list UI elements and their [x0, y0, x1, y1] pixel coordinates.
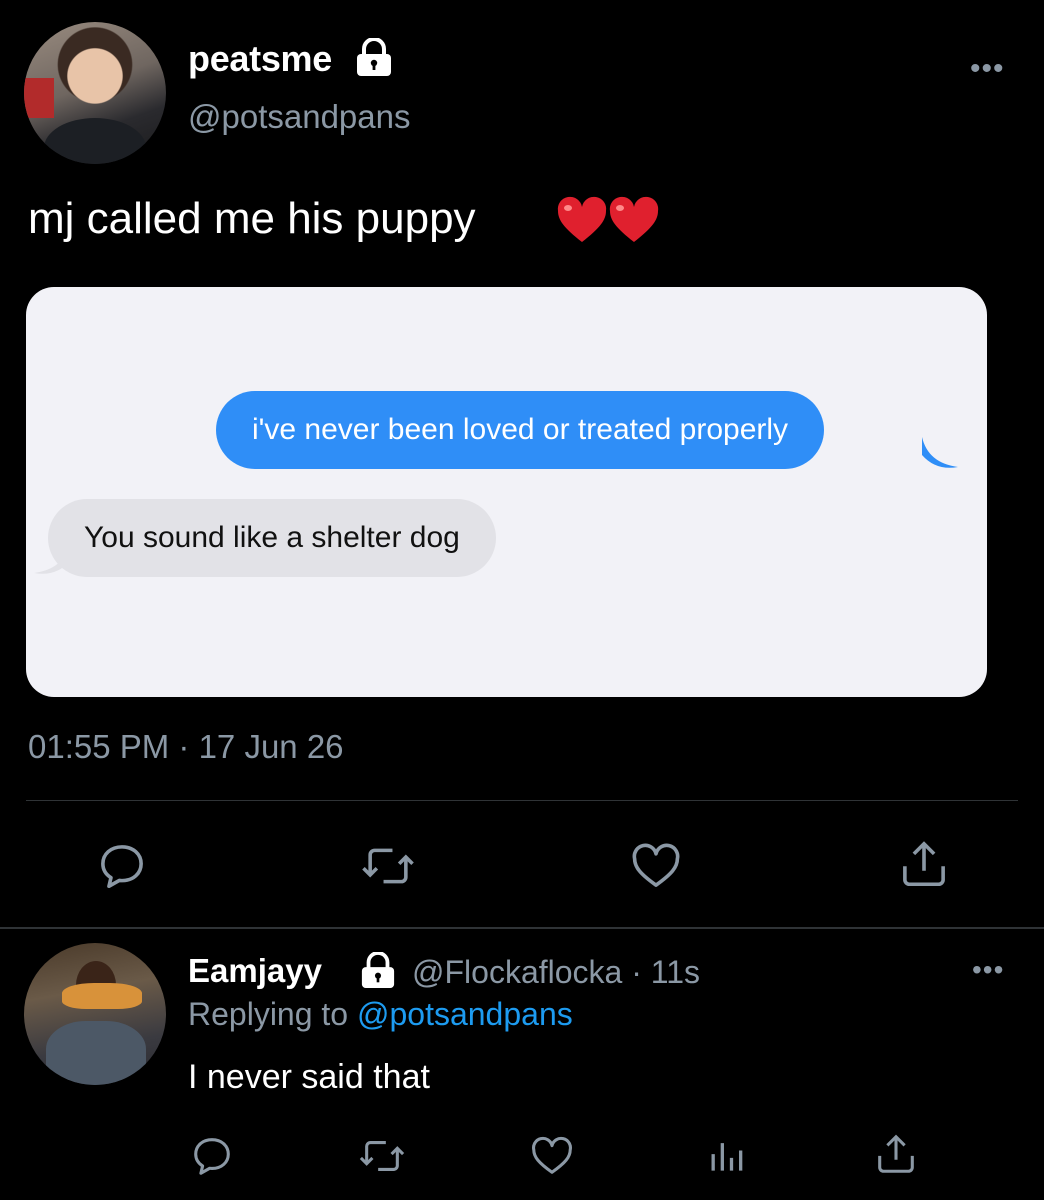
replying-to: Replying to @potsandpans: [188, 996, 573, 1033]
reply-display-name[interactable]: Eamjayy: [188, 952, 322, 990]
avatar-background: [24, 78, 54, 118]
received-message-bubble: You sound like a shelter dog: [48, 499, 496, 577]
reply-button[interactable]: [182, 1126, 242, 1186]
reply-icon: [101, 845, 143, 889]
like-icon: [632, 843, 680, 887]
avatar-shirt: [44, 118, 146, 164]
like-icon: [532, 1136, 572, 1174]
bubble-tail-icon: [34, 543, 70, 574]
avatar[interactable]: [24, 22, 166, 164]
tweet-text: mj called me his puppy: [28, 194, 476, 243]
share-button[interactable]: [894, 834, 954, 894]
share-button[interactable]: [866, 1124, 926, 1184]
sent-message-bubble: i've never been loved or treated properl…: [216, 391, 825, 469]
retweet-icon: [362, 848, 414, 884]
thread-separator: [0, 927, 1044, 929]
media-image[interactable]: i've never been loved or treated properl…: [26, 287, 987, 697]
reply-handle-time[interactable]: @Flockaflocka · 11s: [412, 954, 700, 991]
like-button[interactable]: [522, 1126, 582, 1186]
tweet-timestamp[interactable]: 01:55 PM · 17 Jun 26: [28, 728, 344, 766]
reply-avatar[interactable]: [24, 943, 166, 1085]
reply-button[interactable]: [92, 836, 152, 896]
handle[interactable]: @potsandpans: [188, 98, 411, 136]
more-options-icon[interactable]: •••: [972, 954, 1004, 986]
heart-emoji-icon: [557, 196, 659, 242]
analytics-icon: [711, 1143, 743, 1171]
more-options-icon[interactable]: •••: [970, 52, 1005, 86]
mention-link[interactable]: @potsandpans: [357, 996, 573, 1032]
retweet-icon: [359, 1141, 405, 1171]
reply-icon: [194, 1138, 230, 1175]
avatar-suit: [46, 1021, 146, 1085]
avatar-food: [62, 983, 142, 1009]
retweet-button[interactable]: [358, 836, 418, 896]
display-name[interactable]: peatsme: [188, 38, 332, 80]
reply-text: I never said that: [188, 1058, 430, 1096]
lock-icon: [361, 952, 395, 988]
replying-to-label: Replying to: [188, 996, 349, 1032]
share-icon: [903, 841, 945, 887]
bubble-tail-icon: [922, 437, 958, 468]
like-button[interactable]: [626, 836, 686, 896]
retweet-button[interactable]: [352, 1126, 412, 1186]
analytics-button[interactable]: [696, 1126, 756, 1186]
share-icon: [878, 1134, 914, 1173]
divider: [26, 800, 1018, 801]
lock-icon: [357, 38, 391, 76]
